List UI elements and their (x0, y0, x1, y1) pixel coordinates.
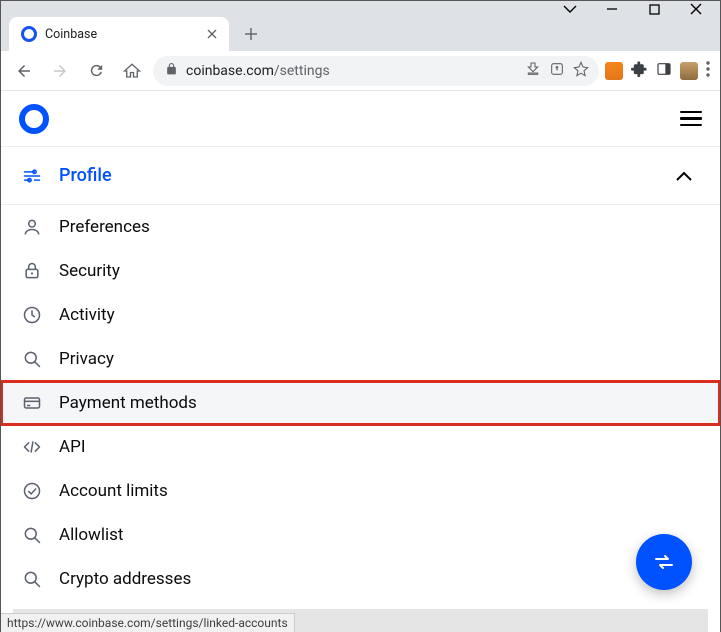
lock-outline-icon (21, 260, 43, 282)
nav-label: Privacy (59, 349, 114, 369)
lock-icon (165, 62, 178, 80)
reload-button[interactable] (81, 56, 111, 86)
search-icon (21, 348, 43, 370)
kebab-menu-icon[interactable] (706, 61, 710, 81)
search-icon (21, 568, 43, 590)
swap-arrows-icon (652, 550, 676, 574)
nav-security[interactable]: Security (1, 249, 720, 293)
home-button[interactable] (117, 56, 147, 86)
sliders-icon (21, 165, 43, 187)
tab-title: Coinbase (45, 27, 197, 42)
nav-label: Security (59, 261, 120, 281)
check-circle-icon (21, 480, 43, 502)
nav-account-limits[interactable]: Account limits (1, 469, 720, 513)
code-icon (21, 436, 43, 458)
nav-label: Activity (59, 305, 115, 325)
address-bar[interactable]: coinbase.com/settings (153, 56, 599, 86)
page-scroll-area[interactable]: Profile Preferences Security Activity Pr… (1, 91, 720, 632)
profile-section-header[interactable]: Profile (1, 147, 720, 205)
url-text: coinbase.com/settings (186, 63, 517, 79)
nav-activity[interactable]: Activity (1, 293, 720, 337)
chrome-chevron-icon[interactable] (562, 2, 578, 16)
share-icon[interactable] (549, 61, 565, 81)
nav-crypto-addresses[interactable]: Crypto addresses (1, 557, 720, 601)
browser-tab[interactable]: Coinbase (9, 17, 229, 51)
nav-label: Account limits (59, 481, 168, 501)
minimize-button[interactable] (604, 2, 620, 16)
nav-label: Payment methods (59, 393, 197, 413)
menu-hamburger-icon[interactable] (680, 111, 702, 127)
window-controls (1, 1, 720, 15)
close-tab-button[interactable] (205, 27, 219, 41)
credit-card-icon (21, 392, 43, 414)
new-tab-button[interactable] (237, 20, 265, 48)
close-window-button[interactable] (688, 2, 704, 16)
clock-icon (21, 304, 43, 326)
nav-label: Preferences (59, 217, 150, 237)
extensions-row (605, 60, 712, 81)
nav-label: API (59, 437, 85, 457)
nav-label: Crypto addresses (59, 569, 191, 589)
side-panel-icon[interactable] (656, 61, 672, 81)
coinbase-logo-icon[interactable] (19, 104, 49, 134)
page-header (1, 91, 720, 147)
forward-button[interactable] (45, 56, 75, 86)
metamask-extension-icon[interactable] (605, 62, 623, 80)
extensions-puzzle-icon[interactable] (631, 60, 648, 81)
cat-extension-icon[interactable] (680, 62, 698, 80)
browser-status-bar: https://www.coinbase.com/settings/linked… (1, 613, 295, 632)
section-title: Profile (59, 165, 660, 186)
nav-payment-methods[interactable]: Payment methods (1, 381, 720, 425)
chevron-up-icon (676, 166, 692, 185)
maximize-button[interactable] (646, 2, 662, 16)
page-viewport: Profile Preferences Security Activity Pr… (1, 91, 720, 632)
search-icon (21, 524, 43, 546)
tab-strip: Coinbase (1, 15, 720, 51)
browser-toolbar: coinbase.com/settings (1, 51, 720, 91)
user-icon (21, 216, 43, 238)
nav-allowlist[interactable]: Allowlist (1, 513, 720, 557)
nav-preferences[interactable]: Preferences (1, 205, 720, 249)
transfer-fab-button[interactable] (636, 534, 692, 590)
nav-label: Allowlist (59, 525, 123, 545)
nav-privacy[interactable]: Privacy (1, 337, 720, 381)
bookmark-star-icon[interactable] (573, 61, 589, 81)
coinbase-favicon-icon (21, 26, 37, 42)
install-app-icon[interactable] (525, 61, 541, 81)
back-button[interactable] (9, 56, 39, 86)
status-url: https://www.coinbase.com/settings/linked… (7, 616, 288, 630)
nav-api[interactable]: API (1, 425, 720, 469)
